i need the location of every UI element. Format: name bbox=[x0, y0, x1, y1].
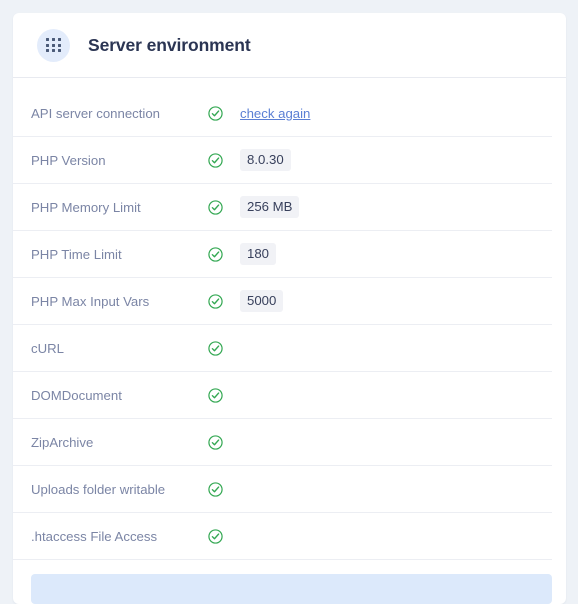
status-badge bbox=[208, 152, 240, 168]
grid-dots-icon bbox=[37, 28, 70, 62]
check-circle-icon bbox=[208, 152, 223, 168]
status-badge bbox=[208, 481, 240, 497]
check-circle-icon bbox=[208, 528, 223, 544]
row-label: PHP Memory Limit bbox=[31, 199, 141, 215]
row-label: DOMDocument bbox=[31, 387, 122, 403]
value-chip: 180 bbox=[240, 242, 277, 266]
grid-dots-glyph bbox=[46, 37, 61, 53]
table-row: PHP Memory Limit 256 MB bbox=[13, 184, 552, 231]
check-circle-icon bbox=[208, 105, 223, 121]
check-circle-icon bbox=[208, 199, 223, 215]
table-row: Uploads folder writable bbox=[13, 466, 552, 513]
row-label: Uploads folder writable bbox=[31, 481, 166, 497]
check-circle-icon bbox=[208, 293, 223, 309]
row-value: 5000 bbox=[240, 289, 552, 313]
table-row: cURL bbox=[13, 325, 552, 372]
page-container: Server environment API server connection… bbox=[0, 0, 578, 604]
row-label: cURL bbox=[31, 340, 64, 356]
server-environment-card: Server environment API server connection… bbox=[13, 13, 566, 604]
table-row: API server connection check again bbox=[13, 90, 552, 137]
status-badge bbox=[208, 434, 240, 450]
table-row: .htaccess File Access bbox=[13, 513, 552, 560]
value-chip: 256 MB bbox=[240, 195, 300, 219]
status-badge bbox=[208, 387, 240, 403]
value-chip: 8.0.30 bbox=[240, 148, 291, 172]
status-badge bbox=[208, 199, 240, 215]
row-label: PHP Version bbox=[31, 152, 106, 168]
table-row: PHP Version 8.0.30 bbox=[13, 137, 552, 184]
status-badge bbox=[208, 340, 240, 356]
status-badge bbox=[208, 105, 240, 121]
row-value: 8.0.30 bbox=[240, 148, 552, 172]
check-again-link[interactable]: check again bbox=[240, 106, 310, 121]
row-value: 180 bbox=[240, 242, 552, 266]
page-title: Server environment bbox=[88, 34, 251, 55]
card-header: Server environment bbox=[13, 13, 566, 78]
check-circle-icon bbox=[208, 481, 223, 497]
status-badge bbox=[208, 293, 240, 309]
check-circle-icon bbox=[208, 387, 223, 403]
table-row: DOMDocument bbox=[13, 372, 552, 419]
table-row: PHP Time Limit 180 bbox=[13, 231, 552, 278]
info-banner bbox=[31, 574, 552, 604]
row-value: 256 MB bbox=[240, 195, 552, 219]
table-row: ZipArchive bbox=[13, 419, 552, 466]
row-value: check again bbox=[240, 106, 552, 121]
status-badge bbox=[208, 528, 240, 544]
row-label: API server connection bbox=[31, 105, 161, 121]
check-circle-icon bbox=[208, 340, 223, 356]
check-circle-icon bbox=[208, 246, 223, 262]
value-chip: 5000 bbox=[240, 289, 284, 313]
row-label: PHP Time Limit bbox=[31, 246, 122, 262]
environment-check-list: API server connection check again PHP Ve… bbox=[13, 78, 566, 604]
table-row: PHP Max Input Vars 5000 bbox=[13, 278, 552, 325]
status-badge bbox=[208, 246, 240, 262]
row-label: .htaccess File Access bbox=[31, 528, 158, 544]
row-label: PHP Max Input Vars bbox=[31, 293, 150, 309]
check-circle-icon bbox=[208, 434, 223, 450]
row-label: ZipArchive bbox=[31, 434, 94, 450]
